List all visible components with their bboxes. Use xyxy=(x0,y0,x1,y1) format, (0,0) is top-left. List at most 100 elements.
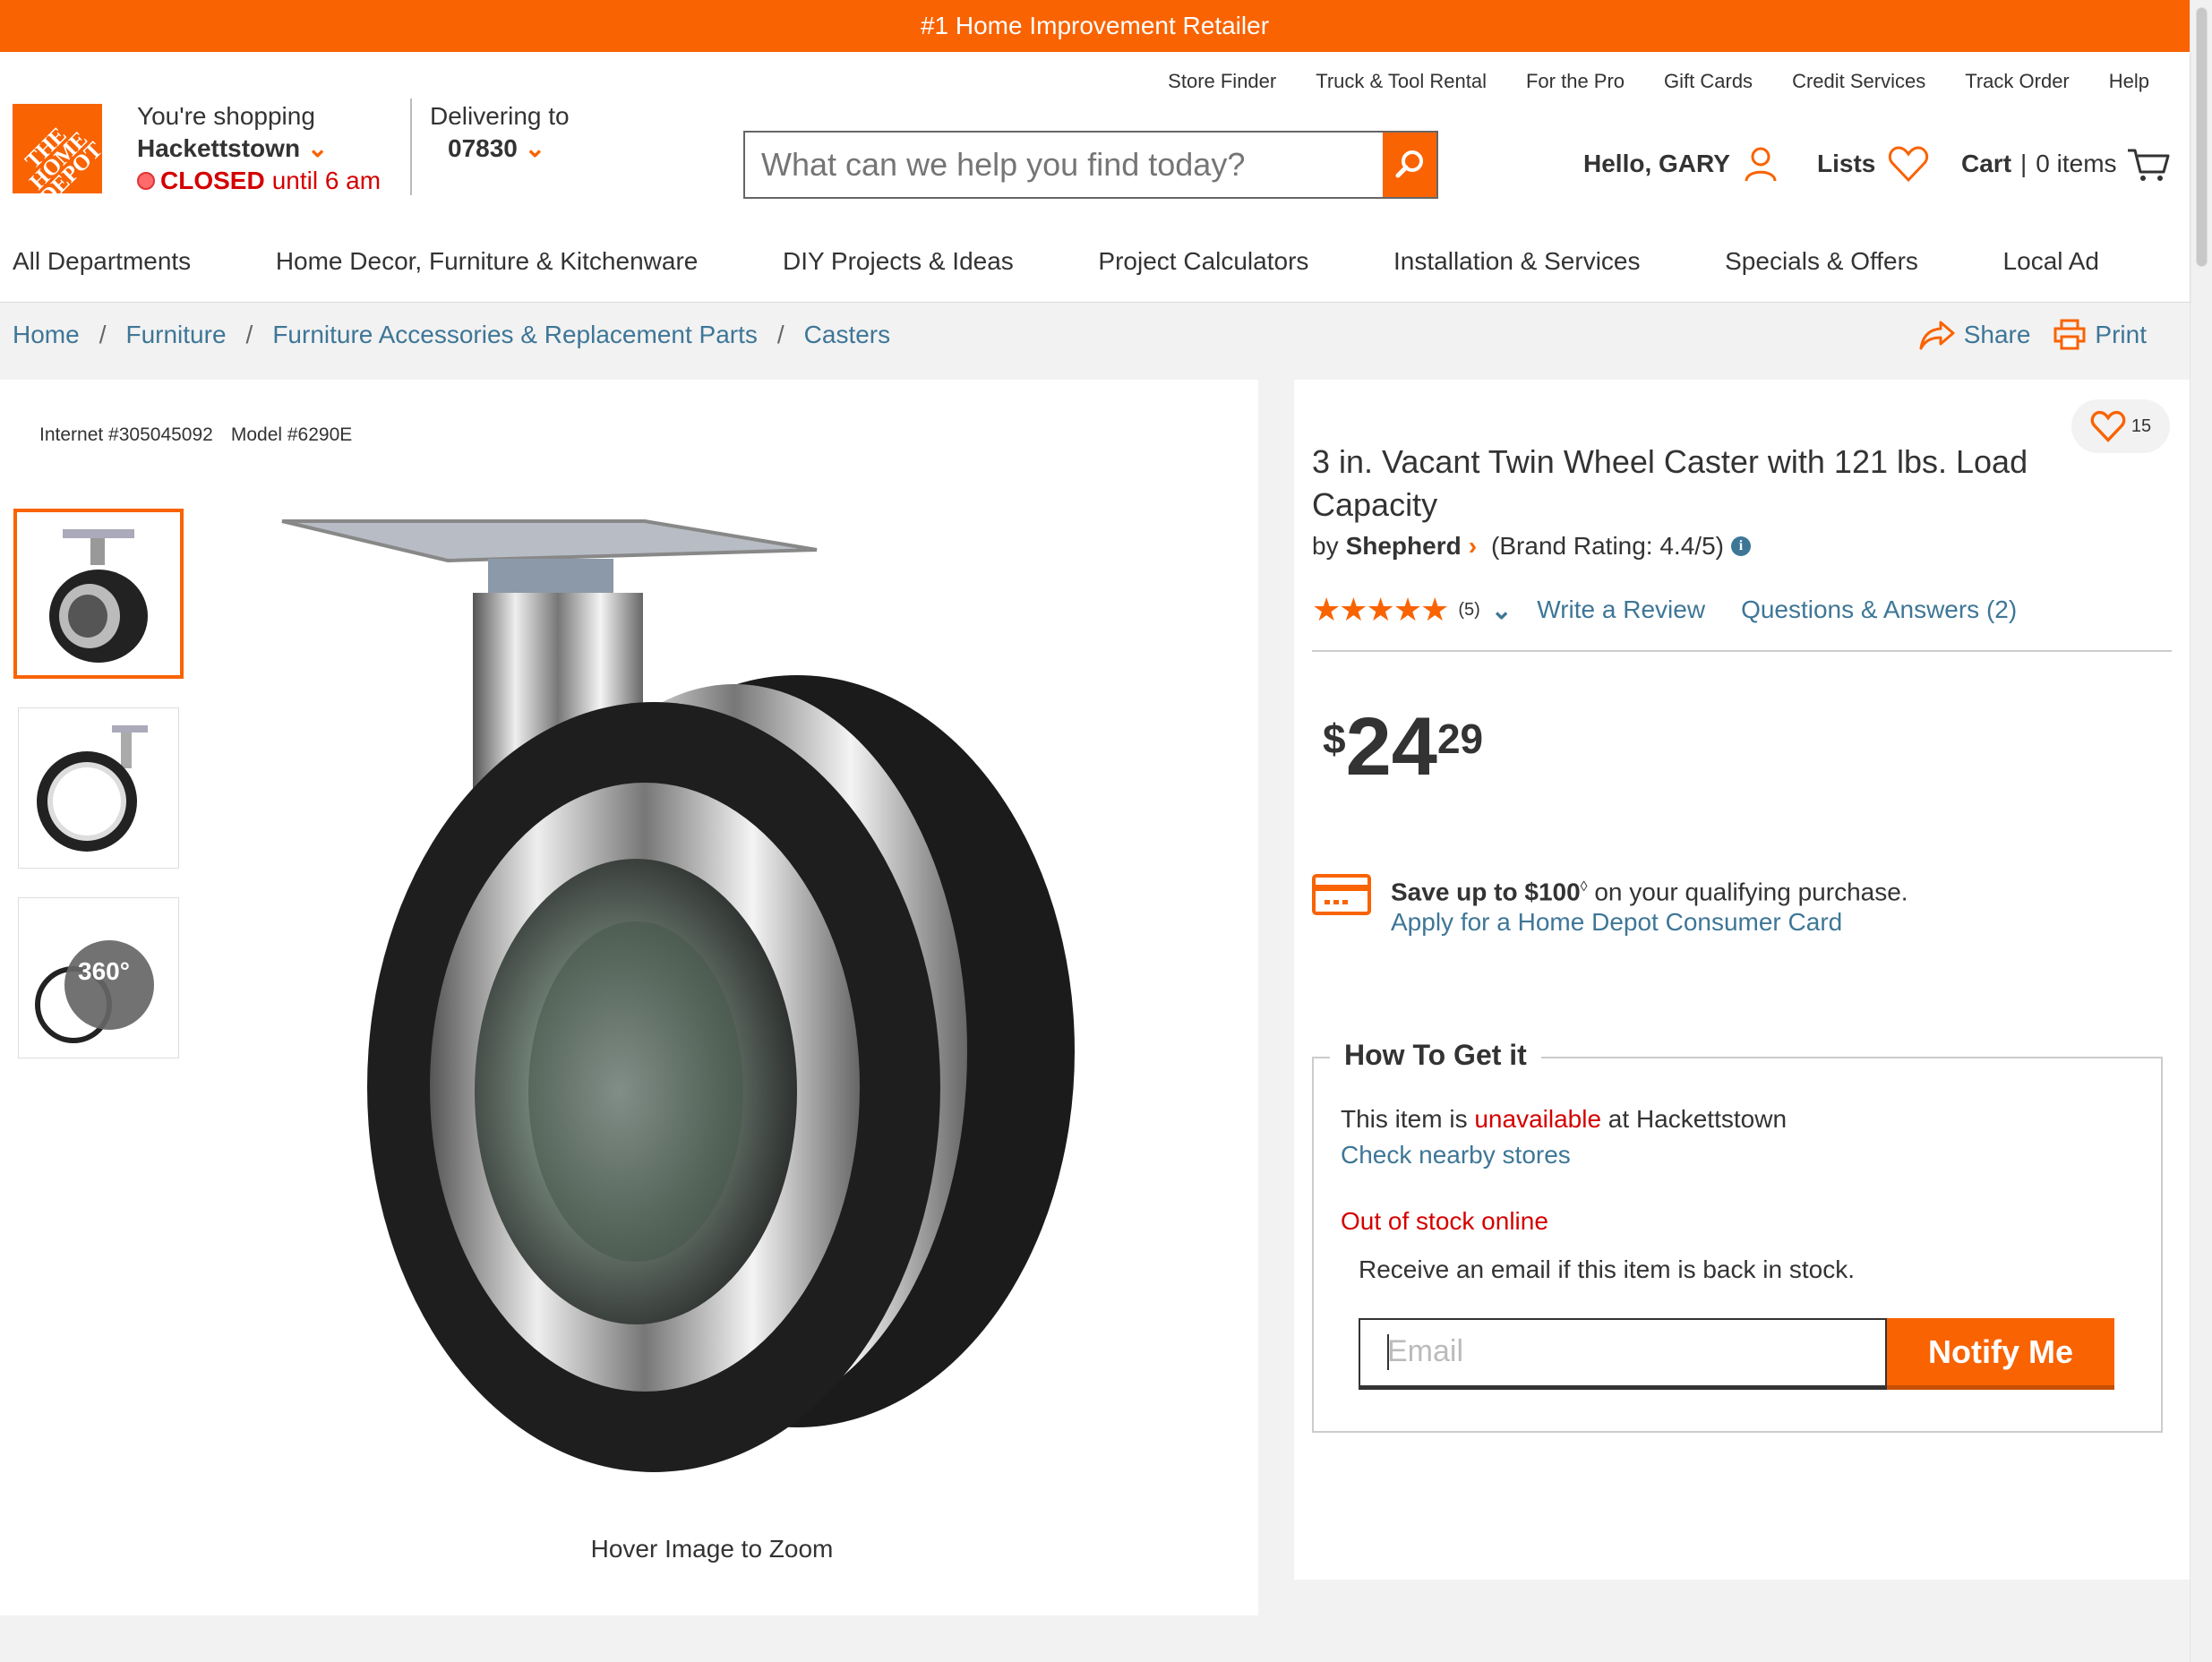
product-main-image[interactable] xyxy=(269,514,1155,1490)
chevron-down-icon[interactable]: ⌄ xyxy=(307,134,328,162)
rating-row: ★★★★★ (5) ⌄ Write a Review Questions & A… xyxy=(1312,591,2017,629)
heart-icon xyxy=(1889,146,1929,183)
favorite-count: 15 xyxy=(2131,416,2152,436)
avail-status: unavailable xyxy=(1474,1105,1602,1133)
product-price: $ 24 29 xyxy=(1323,702,1483,792)
how-to-get-it: How To Get it This item is unavailable a… xyxy=(1312,1039,2163,1433)
thumbnail-1[interactable] xyxy=(13,509,184,679)
cart-count: 0 items xyxy=(2036,150,2117,177)
share-print-actions: Share Print xyxy=(1919,319,2147,351)
cart-label: Cart xyxy=(1961,150,2012,177)
chevron-down-icon[interactable]: ⌄ xyxy=(525,134,545,162)
account-menu[interactable]: Hello, GARY xyxy=(1583,145,1779,183)
share-button[interactable]: Share xyxy=(1919,319,2031,351)
store-availability: This item is unavailable at Hackettstown… xyxy=(1341,1101,1787,1173)
apply-card-link[interactable]: Apply for a Home Depot Consumer Card xyxy=(1391,908,1842,936)
cart-icon xyxy=(2127,149,2170,181)
util-link-gift-cards[interactable]: Gift Cards xyxy=(1664,70,1753,93)
store-selector[interactable]: You're shopping Hackettstown ⌄ CLOSED unt… xyxy=(137,100,381,197)
receive-email-text: Receive an email if this item is back in… xyxy=(1359,1255,1855,1283)
promo-save-suffix: on your qualifying purchase. xyxy=(1587,878,1908,906)
breadcrumb-furniture-accessories[interactable]: Furniture Accessories & Replacement Part… xyxy=(272,321,758,349)
top-banner: #1 Home Improvement Retailer xyxy=(0,0,2190,52)
util-link-credit-services[interactable]: Credit Services xyxy=(1792,70,1925,93)
nav-home-decor[interactable]: Home Decor, Furniture & Kitchenware xyxy=(276,247,699,276)
rating-stars[interactable]: ★★★★★ xyxy=(1312,591,1449,629)
chevron-down-icon[interactable]: ⌄ xyxy=(1491,595,1512,625)
nav-project-calculators[interactable]: Project Calculators xyxy=(1098,247,1308,276)
favorite-button[interactable]: 15 xyxy=(2071,399,2170,453)
review-count[interactable]: (5) xyxy=(1458,600,1479,621)
write-review-link[interactable]: Write a Review xyxy=(1537,595,1705,624)
print-label: Print xyxy=(2095,321,2147,348)
thumbnail-2[interactable] xyxy=(18,707,179,869)
breadcrumb-separator: / xyxy=(245,321,253,348)
delivering-label: Delivering to xyxy=(430,102,570,130)
credit-card-promo: Save up to $100◊ on your qualifying purc… xyxy=(1312,872,1908,938)
out-of-stock-online: Out of stock online xyxy=(1341,1207,1548,1235)
delivery-zip-selector[interactable]: Delivering to 07830 ⌄ xyxy=(430,100,570,165)
util-link-store-finder[interactable]: Store Finder xyxy=(1168,70,1276,93)
cart-link[interactable]: Cart | 0 items xyxy=(1961,145,2171,183)
nav-diy-projects[interactable]: DIY Projects & Ideas xyxy=(783,247,1014,276)
shopping-label: You're shopping xyxy=(137,102,315,130)
search-button[interactable] xyxy=(1383,133,1436,197)
promo-save-mark: ◊ xyxy=(1580,879,1588,895)
thumbnail-360[interactable]: 360° xyxy=(18,897,179,1058)
brand-row: by Shepherd › (Brand Rating: 4.4/5) i xyxy=(1312,532,1751,561)
lists-link[interactable]: Lists xyxy=(1817,145,1929,183)
search-input[interactable] xyxy=(745,133,1383,197)
store-name[interactable]: Hackettstown xyxy=(137,134,300,162)
product-ids: Internet #305045092 Model #6290E xyxy=(39,424,352,446)
nav-installation-services[interactable]: Installation & Services xyxy=(1393,247,1640,276)
user-icon xyxy=(1745,147,1777,182)
product-media-panel: Internet #305045092 Model #6290E 360° Ho… xyxy=(0,380,1258,1615)
search-icon xyxy=(1395,150,1423,178)
avail-prefix: This item is xyxy=(1341,1105,1475,1133)
spin-360-label: 360° xyxy=(78,957,130,985)
price-cents: 29 xyxy=(1436,715,1484,762)
nav-specials-offers[interactable]: Specials & Offers xyxy=(1725,247,1918,276)
brand-by: by xyxy=(1312,532,1339,560)
home-depot-logo[interactable]: THE HOME DEPOT xyxy=(13,104,102,193)
nav-local-ad[interactable]: Local Ad xyxy=(2003,247,2099,276)
credit-card-icon xyxy=(1312,874,1371,915)
how-to-get-it-title: How To Get it xyxy=(1330,1039,1541,1072)
util-link-for-the-pro[interactable]: For the Pro xyxy=(1526,70,1625,93)
divider xyxy=(1312,650,2172,652)
util-link-truck-tool-rental[interactable]: Truck & Tool Rental xyxy=(1316,70,1487,93)
site-header: Store Finder Truck & Tool Rental For the… xyxy=(0,52,2190,303)
check-nearby-stores-link[interactable]: Check nearby stores xyxy=(1341,1141,1571,1169)
scrollbar-thumb[interactable] xyxy=(2196,7,2208,267)
lists-label: Lists xyxy=(1817,150,1876,177)
chevron-right-icon[interactable]: › xyxy=(1469,532,1477,561)
print-button[interactable]: Print xyxy=(2053,319,2147,351)
util-link-help[interactable]: Help xyxy=(2109,70,2149,93)
internet-number: Internet #305045092 xyxy=(39,424,213,445)
zoom-hint: Hover Image to Zoom xyxy=(590,1535,834,1563)
main-nav: All Departments Home Decor, Furniture & … xyxy=(13,247,2180,276)
breadcrumb-casters[interactable]: Casters xyxy=(804,321,890,349)
product-info-panel: 15 3 in. Vacant Twin Wheel Caster with 1… xyxy=(1294,380,2190,1580)
email-field[interactable]: Email xyxy=(1359,1318,1887,1390)
breadcrumb-furniture[interactable]: Furniture xyxy=(125,321,226,349)
heart-icon xyxy=(2090,410,2126,442)
share-icon xyxy=(1919,321,1955,350)
page-footer-strip xyxy=(0,1644,2190,1662)
brand-link[interactable]: Shepherd xyxy=(1346,532,1462,561)
info-icon[interactable]: i xyxy=(1730,536,1751,556)
questions-answers-link[interactable]: Questions & Answers (2) xyxy=(1741,595,2017,624)
notify-me-button[interactable]: Notify Me xyxy=(1887,1318,2114,1390)
utility-links: Store Finder Truck & Tool Rental For the… xyxy=(1168,70,2149,93)
delivery-zip[interactable]: 07830 xyxy=(430,134,518,162)
header-divider xyxy=(410,99,412,195)
email-placeholder: Email xyxy=(1387,1334,1464,1368)
page-scrollbar[interactable] xyxy=(2190,0,2212,1662)
nav-all-departments[interactable]: All Departments xyxy=(13,247,191,276)
price-currency: $ xyxy=(1323,715,1346,762)
breadcrumb-home[interactable]: Home xyxy=(13,321,80,349)
store-status: CLOSED xyxy=(160,167,265,194)
caster-side-thumbnail-image xyxy=(37,725,148,852)
share-label: Share xyxy=(1963,321,2031,348)
util-link-track-order[interactable]: Track Order xyxy=(1965,70,2070,93)
